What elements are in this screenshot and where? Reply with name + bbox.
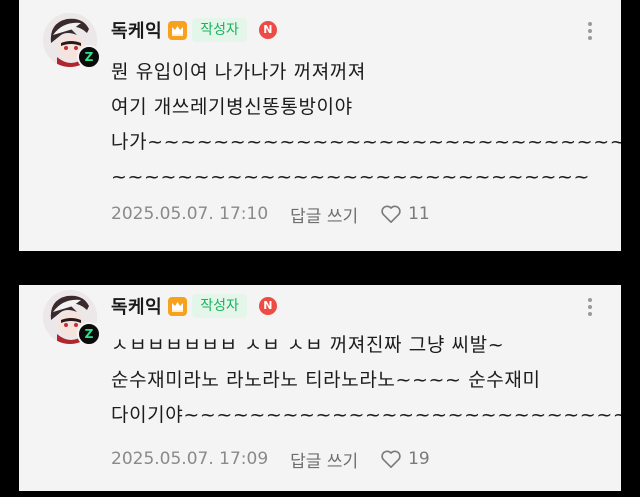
comment-line: 뭔 유입이여 나가나가 꺼져꺼져 — [111, 61, 366, 83]
comment-line: 여기 개쓰레기병신똥통방이야 — [111, 96, 353, 118]
more-vertical-icon[interactable] — [587, 298, 593, 316]
like-button[interactable]: 11 — [380, 204, 430, 224]
comment-line: ㅅㅂㅂㅂㅂㅂㅂ ㅅㅂ ㅅㅂ 꺼져진짜 그냥 씨발~ — [111, 334, 505, 356]
comment-line: 다이기야~~~~~~~~~~~~~~~~~~~~~~~~~~~~~~ — [111, 404, 621, 426]
zepeto-badge-icon: Z — [77, 322, 101, 346]
comment-line: 나가~~~~~~~~~~~~~~~~~~~~~~~~~~~~~~~~ — [111, 131, 621, 153]
reply-button[interactable]: 답글 쓰기 — [290, 447, 358, 472]
comment-line: ~~~~~~~~~~~~~~~~~~~~~~~~~~~~~ — [111, 166, 591, 188]
more-vertical-icon[interactable] — [587, 22, 593, 40]
comment-card: Z 독케익 작성자 N 뭔 유입이여 나가나가 꺼져꺼져 여기 개쓰레기병신똥통… — [19, 0, 621, 251]
heart-outline-icon — [381, 450, 401, 468]
nickname[interactable]: 독케익 — [111, 293, 162, 319]
avatar[interactable]: Z — [43, 290, 101, 346]
avatar[interactable]: Z — [43, 13, 101, 69]
timestamp: 2025.05.07. 17:10 — [111, 204, 269, 224]
comment-text: 뭔 유입이여 나가나가 꺼져꺼져 여기 개쓰레기병신똥통방이야 나가~~~~~~… — [111, 55, 621, 195]
new-badge: N — [258, 21, 277, 39]
comment-card: Z 독케익 작성자 N ㅅㅂㅂㅂㅂㅂㅂ ㅅㅂ ㅅㅂ 꺼져진짜 그냥 씨발~ 순수… — [19, 285, 621, 491]
comment-line: 순수재미라노 라노라노 티라노라노~~~~ 순수재미 — [111, 369, 541, 391]
heart-outline-icon — [381, 205, 401, 223]
crown-icon — [168, 296, 188, 316]
comment-header: 독케익 작성자 N — [111, 17, 277, 43]
zepeto-badge-icon: Z — [77, 45, 101, 69]
comment-meta: 2025.05.07. 17:09 답글 쓰기 19 — [111, 446, 430, 472]
timestamp: 2025.05.07. 17:09 — [111, 449, 269, 469]
nickname[interactable]: 독케익 — [111, 17, 162, 43]
like-button[interactable]: 19 — [380, 449, 430, 469]
new-badge: N — [258, 297, 277, 315]
reply-button[interactable]: 답글 쓰기 — [290, 202, 358, 227]
like-count: 11 — [408, 204, 430, 224]
comment-meta: 2025.05.07. 17:10 답글 쓰기 11 — [111, 201, 430, 227]
comment-header: 독케익 작성자 N — [111, 293, 277, 319]
comment-text: ㅅㅂㅂㅂㅂㅂㅂ ㅅㅂ ㅅㅂ 꺼져진짜 그냥 씨발~ 순수재미라노 라노라노 티라… — [111, 328, 621, 433]
crown-icon — [168, 20, 188, 40]
author-badge: 작성자 — [192, 294, 247, 318]
author-badge: 작성자 — [192, 18, 247, 42]
like-count: 19 — [408, 449, 430, 469]
